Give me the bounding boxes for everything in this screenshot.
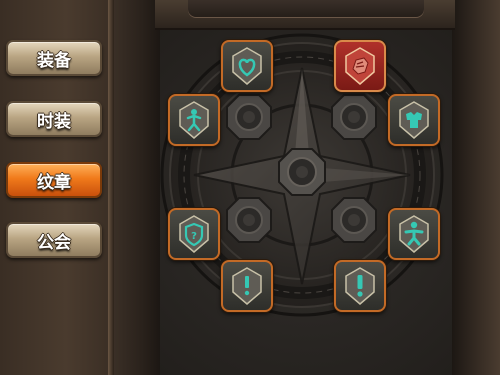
panel-header-bar — [188, 0, 424, 18]
tab-equipment[interactable]: 装备 — [6, 40, 102, 76]
panel-frame-left — [114, 0, 160, 375]
tab-guild-label: 公会 — [37, 232, 71, 253]
emblem-exclamation-left[interactable] — [221, 260, 273, 312]
tab-equipment-label: 装备 — [37, 50, 71, 71]
shield-icon: ? — [179, 215, 209, 253]
armor-icon — [399, 101, 429, 139]
svg-text:?: ? — [191, 231, 197, 242]
emblem-shield[interactable]: ? — [168, 208, 220, 260]
emblem-slot-center[interactable] — [278, 148, 326, 196]
emblem-exclamation-right[interactable] — [334, 260, 386, 312]
emblem-armor[interactable] — [388, 94, 440, 146]
tab-guild[interactable]: 公会 — [6, 222, 102, 258]
panel-frame-right — [452, 0, 500, 375]
emblem-heart[interactable] — [221, 40, 273, 92]
tab-emblem[interactable]: 纹章 — [6, 162, 102, 198]
emblem-slot-empty[interactable] — [331, 94, 377, 140]
figure-icon — [399, 215, 429, 253]
rune-circle-decoration — [160, 33, 444, 317]
emblem-slot-empty[interactable] — [226, 197, 272, 243]
emblem-slot-empty[interactable] — [331, 197, 377, 243]
tab-fashion-label: 时装 — [37, 111, 71, 132]
fist-icon — [345, 47, 375, 85]
emblem-fist[interactable] — [334, 40, 386, 92]
tab-fashion[interactable]: 时装 — [6, 101, 102, 137]
emblem-figure-left[interactable] — [168, 94, 220, 146]
heart-icon — [232, 47, 262, 85]
tab-emblem-label: 纹章 — [37, 172, 71, 193]
exclamation-icon — [232, 267, 262, 305]
figure-icon — [179, 101, 209, 139]
emblem-slot-empty[interactable] — [226, 94, 272, 140]
exclamation-icon — [345, 267, 375, 305]
emblem-figure-right[interactable] — [388, 208, 440, 260]
